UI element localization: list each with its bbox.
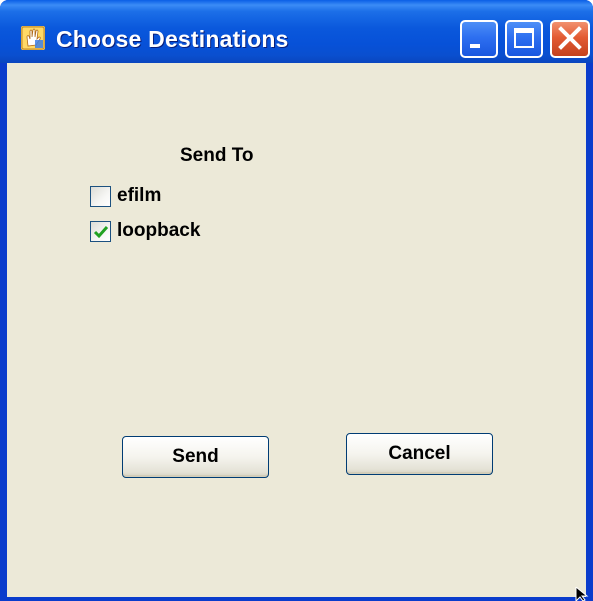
efilm-checkbox[interactable]: [90, 185, 111, 207]
minimize-button[interactable]: [460, 20, 498, 58]
send-to-label: Send To: [180, 145, 254, 166]
maximize-icon: [514, 28, 534, 48]
send-button[interactable]: Send: [122, 436, 269, 478]
app-hand-icon: [21, 26, 45, 50]
dialog-window: Choose Destinations Send To efilm loopba…: [0, 0, 593, 601]
loopback-label[interactable]: loopback: [117, 220, 200, 242]
mouse-cursor-icon: [575, 587, 589, 601]
loopback-checkbox[interactable]: [90, 220, 111, 242]
close-icon: [558, 26, 582, 50]
title-bar[interactable]: Choose Destinations: [0, 0, 593, 63]
close-button[interactable]: [550, 20, 590, 58]
destination-efilm[interactable]: efilm: [90, 183, 161, 209]
checkmark-icon: [93, 225, 109, 238]
window-title: Choose Destinations: [56, 26, 289, 52]
maximize-button[interactable]: [505, 20, 543, 58]
dialog-content: Send To efilm loopback Send Cancel: [7, 63, 586, 597]
minimize-icon: [470, 44, 480, 48]
efilm-label[interactable]: efilm: [117, 185, 161, 207]
cancel-button[interactable]: Cancel: [346, 433, 493, 475]
destination-loopback[interactable]: loopback: [90, 218, 200, 244]
